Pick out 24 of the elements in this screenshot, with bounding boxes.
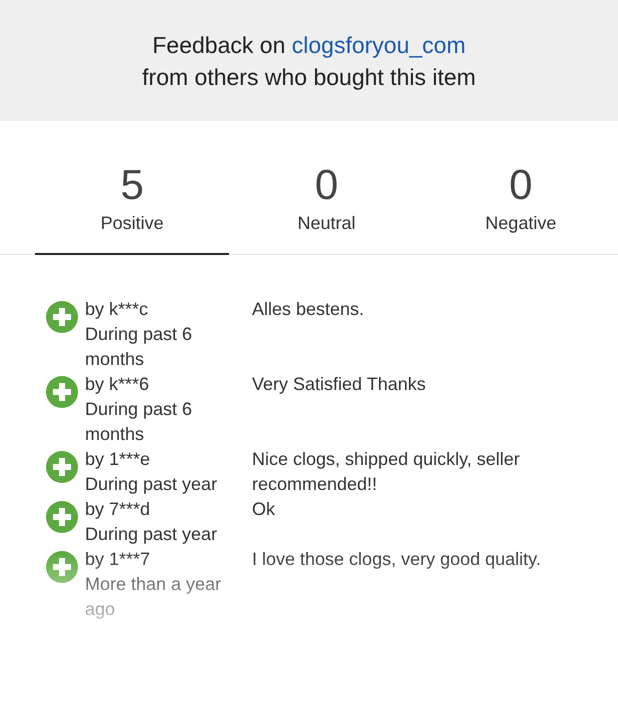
seller-link[interactable]: clogsforyou_com	[292, 32, 466, 58]
header-title: Feedback on clogsforyou_com	[152, 30, 466, 60]
buyer-name: by 7***d	[85, 498, 152, 521]
feedback-time: During past year	[85, 523, 218, 546]
buyer-name: by 1***7	[85, 548, 152, 571]
feedback-comment: Very Satisfied Thanks	[252, 373, 427, 396]
buyer-name: by k***6	[85, 373, 150, 396]
plus-circle-icon	[45, 550, 79, 584]
header-subtitle: from others who bought this item	[142, 62, 476, 92]
buyer-name: by k***c	[85, 298, 150, 321]
feedback-tab[interactable]: 0 Neutral	[229, 161, 424, 255]
plus-circle-icon	[45, 375, 79, 409]
feedback-comment: Ok	[252, 498, 276, 521]
feedback-tab[interactable]: 0 Negative	[424, 161, 618, 255]
feedback-tab[interactable]: 5 Positive	[35, 161, 230, 255]
feedback-comment: I love those clogs, very good quality.	[252, 548, 542, 571]
plus-circle-icon	[45, 450, 79, 484]
feedback-comment: Alles bestens.	[252, 298, 366, 321]
feedback-time: During past year	[85, 473, 218, 496]
plus-circle-icon	[45, 500, 79, 534]
feedback-time: More than a year ago	[85, 573, 222, 621]
buyer-name: by 1***e	[85, 448, 152, 471]
plus-circle-icon	[45, 300, 79, 334]
feedback-comment: Nice clogs, shipped quickly, seller recommended!!	[252, 448, 521, 496]
